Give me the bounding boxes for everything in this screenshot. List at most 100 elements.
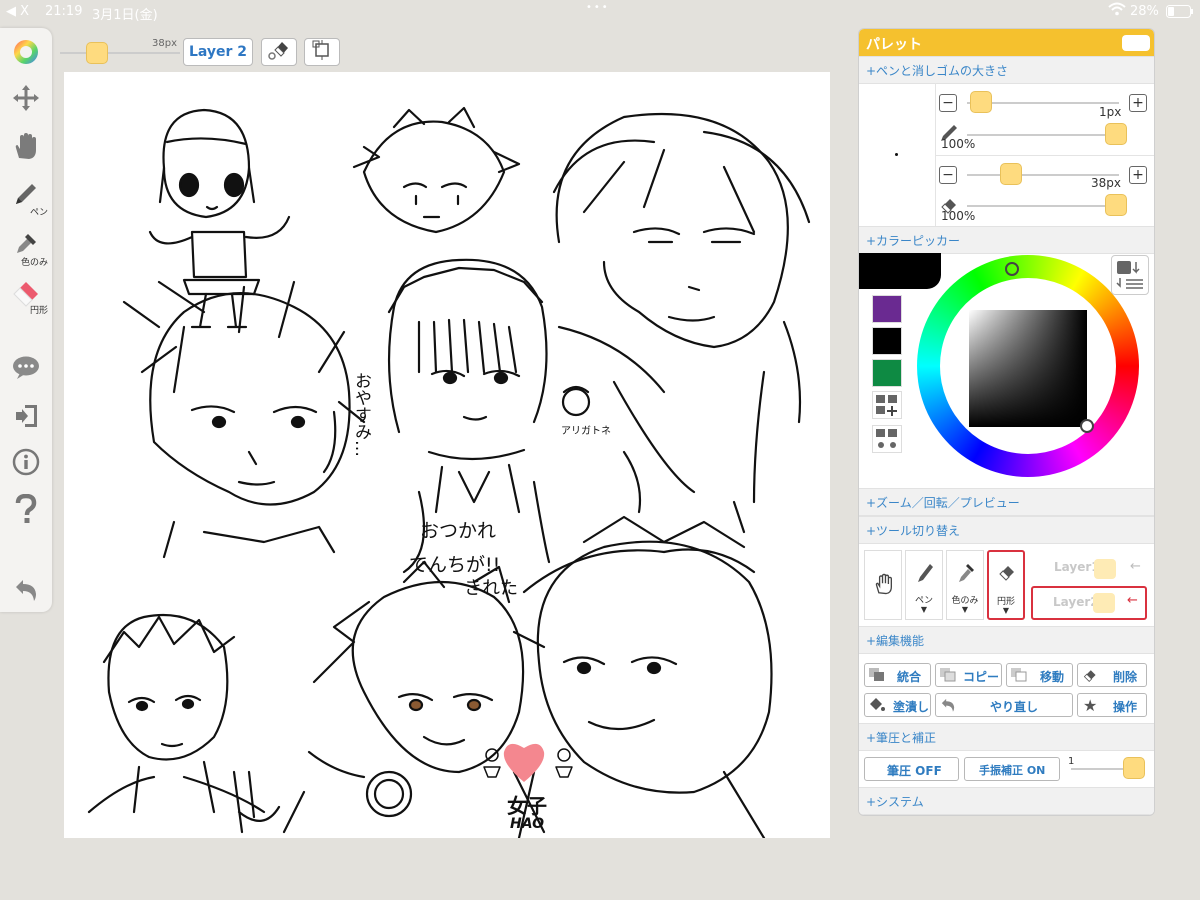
redo-button[interactable]: やり直し	[935, 693, 1073, 717]
chat-icon[interactable]	[0, 346, 52, 390]
merge-icon	[868, 667, 886, 686]
merge-label: 統合	[897, 670, 922, 684]
saturation-value-square[interactable]	[969, 310, 1087, 427]
canvas-drawing	[87, 106, 811, 838]
section-zoom-label: +ズーム／回転／プレビュー	[866, 496, 1020, 510]
pen-size-plus-button[interactable]: +	[1129, 94, 1147, 112]
eyedropper-tool-label: 色のみ	[20, 258, 48, 268]
pen-tool-label: ペン	[29, 208, 48, 218]
back-link[interactable]: ◀ X	[6, 4, 29, 19]
pressure-toggle-button[interactable]: 筆圧 OFF	[864, 757, 959, 781]
move-layer-button[interactable]: 移動	[1006, 663, 1073, 687]
arrow-left-icon: ←	[1127, 593, 1138, 608]
drawing-canvas[interactable]: おつかれ でんちが!! きれた おやすみ… アリガトネ 女子 HAO	[64, 72, 830, 838]
transform-button[interactable]	[304, 38, 340, 66]
eraser-gear-icon	[267, 39, 291, 65]
color-swap-button[interactable]	[1111, 255, 1149, 295]
pen-size-value: 1px	[1099, 105, 1122, 119]
section-zoom[interactable]: +ズーム／回転／プレビュー	[859, 488, 1154, 516]
status-bar: ◀ X 21:19 3月1日(金) ••• 28%	[0, 0, 1200, 24]
current-layer-label: Layer 2	[188, 44, 248, 60]
pressure-toggle-label: 筆圧 OFF	[887, 764, 942, 778]
fill-button[interactable]: 塗潰し	[864, 693, 931, 717]
delete-button[interactable]: 削除	[1077, 663, 1147, 687]
toolswitch-eyedropper[interactable]: 色のみ ▼	[946, 550, 984, 620]
copy-label: コピー	[963, 670, 1000, 684]
section-tool-switch[interactable]: +ツール切り替え	[859, 516, 1154, 544]
sketch-headphone-boy	[282, 560, 546, 834]
pen-opacity-slider[interactable]	[1105, 123, 1127, 145]
eyedropper-tool[interactable]: 色のみ	[0, 224, 52, 268]
swatch-manage-button[interactable]	[872, 425, 902, 453]
color-swatch-green[interactable]	[872, 359, 902, 387]
undo-icon[interactable]	[0, 568, 52, 612]
pink-heart-drawing	[503, 743, 545, 782]
layer2-row-selected[interactable]: Layer2 ←	[1031, 586, 1147, 620]
copy-button[interactable]: コピー	[935, 663, 1002, 687]
sketch-chibi-girl	[148, 108, 291, 329]
toolswitch-pen[interactable]: ペン ▼	[905, 550, 943, 620]
stabilizer-toggle-label: 手振補正 ON	[979, 764, 1046, 777]
current-layer-button[interactable]: Layer 2	[183, 38, 253, 66]
eraser-size-plus-button[interactable]: +	[1129, 166, 1147, 184]
eraser-size-slider[interactable]	[999, 163, 1022, 185]
help-icon[interactable]	[0, 488, 52, 532]
sketch-guy-left	[122, 280, 366, 559]
battery-icon	[1166, 5, 1194, 22]
stabilizer-slider[interactable]	[1123, 757, 1145, 779]
paint-bucket-icon	[868, 697, 886, 716]
pen-opacity-value: 100%	[941, 137, 976, 151]
eraser-tool[interactable]: 円形	[0, 272, 52, 316]
layer1-label: Layer1	[1054, 560, 1100, 574]
brush-size-slider[interactable]	[86, 42, 108, 64]
hand-icon	[873, 573, 895, 599]
text-arigato: アリガトネ	[561, 426, 611, 437]
current-color-swatch[interactable]	[859, 253, 941, 289]
eraser-opacity-slider[interactable]	[1105, 194, 1127, 216]
brush-size-value: 38px	[152, 38, 177, 49]
operation-label: 操作	[1113, 700, 1138, 714]
color-swatch-black[interactable]	[872, 327, 902, 355]
section-system[interactable]: +システム	[859, 787, 1154, 815]
move-icon[interactable]	[0, 76, 52, 120]
section-edit[interactable]: +編集機能	[859, 626, 1154, 654]
brush-preview-dot	[895, 153, 898, 156]
hue-selector[interactable]	[1005, 262, 1019, 276]
color-wheel-icon[interactable]	[0, 30, 52, 74]
eraser-opacity-value: 100%	[941, 209, 976, 223]
merge-button[interactable]: 統合	[864, 663, 931, 687]
info-icon[interactable]	[0, 440, 52, 484]
color-swatch-purple[interactable]	[872, 295, 902, 323]
move-layer-icon	[1010, 667, 1028, 686]
section-pen-size[interactable]: +ペンと消しゴムの大きさ	[859, 56, 1154, 84]
section-tool-switch-label: +ツール切り替え	[866, 524, 961, 538]
redo-label: やり直し	[990, 700, 1039, 714]
pen-size-minus-button[interactable]: −	[939, 94, 957, 112]
stabilizer-toggle-button[interactable]: 手振補正 ON	[964, 757, 1060, 781]
palette-close-button[interactable]	[1122, 35, 1150, 51]
section-pressure[interactable]: +筆圧と補正	[859, 723, 1154, 751]
add-swatch-button[interactable]	[872, 391, 902, 419]
dropdown-arrow-icon: ▼	[961, 605, 969, 614]
eraser-opacity-track	[967, 205, 1127, 207]
toolswitch-eraser-selected[interactable]: 円形 ▼	[987, 550, 1025, 620]
operation-button[interactable]: ★ 操作	[1077, 693, 1147, 717]
section-color-picker-label: +カラーピッカー	[866, 234, 961, 248]
move-layer-label: 移動	[1040, 670, 1065, 684]
layer1-row[interactable]: Layer1 ←	[1034, 555, 1148, 583]
pen-size-slider[interactable]	[969, 91, 992, 113]
dropdown-arrow-icon: ▼	[920, 605, 928, 614]
stabilizer-value: 1	[1068, 756, 1075, 767]
color-selector[interactable]	[1080, 419, 1094, 433]
eraser-icon	[1081, 667, 1099, 686]
exit-icon[interactable]	[0, 394, 52, 438]
section-color-picker[interactable]: +カラーピッカー	[859, 226, 1154, 254]
left-toolbar: ペン 色のみ 円形	[0, 28, 52, 612]
palette-title: パレット	[866, 37, 922, 53]
toolswitch-hand[interactable]	[864, 550, 902, 620]
eraser-size-minus-button[interactable]: −	[939, 166, 957, 184]
transform-icon	[311, 39, 333, 65]
pen-tool[interactable]: ペン	[0, 174, 52, 218]
hand-icon[interactable]	[0, 124, 52, 168]
eraser-settings-button[interactable]	[261, 38, 297, 66]
